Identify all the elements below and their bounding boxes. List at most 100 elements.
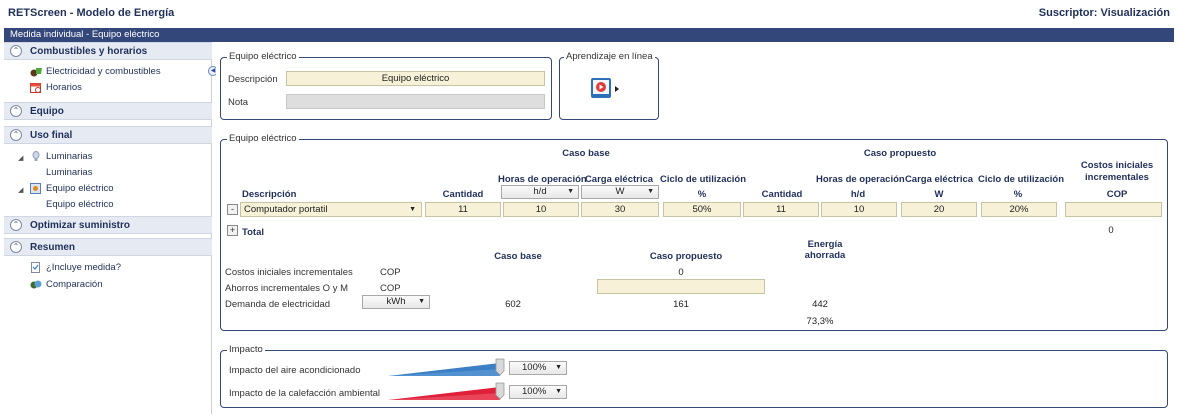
- sidebar-section-equipo[interactable]: ⌃ Equipo: [4, 102, 212, 120]
- aire-dropdown[interactable]: 100% ▼: [509, 361, 567, 375]
- dropdown-value: 100%: [522, 386, 547, 397]
- aire-wedge: [388, 358, 505, 376]
- slider-thumb[interactable]: [495, 358, 505, 376]
- sidebar-section-resumen[interactable]: ⌃ Resumen: [4, 238, 212, 256]
- costos-prop-value: 0: [678, 267, 684, 278]
- ciclo-header: Ciclo de utilización: [660, 174, 747, 185]
- cantidad-header: Cantidad: [442, 189, 484, 200]
- impacto-group: Impacto: [220, 344, 1168, 408]
- group-legend: Equipo eléctrico: [227, 51, 299, 62]
- calefaccion-dropdown[interactable]: 100% ▼: [509, 385, 567, 399]
- descripcion-label: Descripción: [228, 74, 278, 85]
- sidebar-item-comparacion[interactable]: Comparación: [30, 279, 103, 290]
- chevron-up-icon: ⌃: [10, 241, 22, 253]
- subscriber-label: Suscriptor: Visualización: [1038, 7, 1170, 19]
- group-legend: Aprendizaje en línea: [564, 51, 655, 62]
- base-horas-field[interactable]: 10: [503, 202, 579, 217]
- sidebar-section-uso-final[interactable]: ⌃ Uso final: [4, 126, 212, 144]
- demanda-prop-value: 161: [673, 299, 689, 310]
- nota-field[interactable]: [286, 94, 545, 109]
- sidebar-item-label: ¿Incluye medida?: [46, 262, 121, 274]
- ahorros-field[interactable]: [597, 279, 765, 294]
- app-title: RETScreen - Modelo de Energía: [8, 7, 175, 19]
- descripcion-field[interactable]: Equipo eléctrico: [286, 71, 545, 86]
- demanda-ahorro-value: 442: [812, 299, 828, 310]
- row-descripcion: Computador portatil: [244, 204, 328, 215]
- prop-carga-field[interactable]: 20: [901, 202, 977, 217]
- base-ciclo-field[interactable]: 50%: [663, 202, 741, 217]
- sidebar-subitem-equipo-electrico[interactable]: Equipo eléctrico: [46, 199, 114, 210]
- document-check-icon: [30, 262, 42, 273]
- chevron-down-icon: ▼: [555, 364, 562, 371]
- horas-header: Horas de operación: [498, 174, 587, 185]
- costos-unit: COP: [380, 267, 401, 278]
- horas-unit: h/d: [850, 189, 866, 200]
- breadcrumb: Medida individual - Equipo eléctrico: [4, 28, 1174, 42]
- main-panel: Equipo eléctrico Descripción Equipo eléc…: [216, 42, 1174, 414]
- caso-base-header: Caso base: [562, 148, 610, 159]
- sidebar-subitem-luminarias[interactable]: Luminarias: [46, 167, 92, 178]
- section-label: Equipo: [30, 106, 64, 117]
- expand-triangle-icon[interactable]: ◢: [18, 186, 23, 194]
- sidebar-item-label: Luminarias: [46, 151, 93, 163]
- ahorros-label: Ahorros incrementales O y M: [225, 283, 349, 294]
- ciclo-header: Ciclo de utilización: [978, 174, 1065, 185]
- calefaccion-wedge: [388, 382, 505, 400]
- prop-horas-field[interactable]: 10: [821, 202, 897, 217]
- aire-slider[interactable]: [388, 357, 508, 377]
- descripcion-header: Descripción: [242, 189, 297, 200]
- dropdown-value: W: [615, 186, 625, 197]
- calefaccion-slider[interactable]: [388, 381, 508, 401]
- sidebar-item-luminarias[interactable]: Luminarias: [30, 151, 92, 162]
- sidebar-item-incluye[interactable]: ¿Incluye medida?: [30, 262, 121, 273]
- sidebar-item-label: Comparación: [46, 279, 103, 291]
- expand-triangle-icon[interactable]: ◢: [18, 154, 23, 162]
- prop-cantidad-field[interactable]: 11: [743, 202, 819, 217]
- horas-unit-dropdown[interactable]: h/d ▼: [501, 185, 579, 199]
- sidebar-item-label: Equipo eléctrico: [46, 199, 114, 210]
- sidebar-section-optimizar[interactable]: ⌃ Optimizar suministro: [4, 216, 212, 234]
- sidebar-section-combustibles[interactable]: ⌃ Combustibles y horarios: [4, 42, 212, 60]
- ahorros-unit: COP: [380, 283, 401, 294]
- slider-thumb[interactable]: [495, 382, 505, 400]
- chevron-down-icon: ▼: [409, 206, 416, 213]
- descripcion-row-dropdown[interactable]: Computador portatil ▼: [240, 202, 422, 217]
- prop-ciclo-field[interactable]: 20%: [981, 202, 1057, 217]
- sidebar-item-equipo-electrico[interactable]: Equipo eléctrico: [30, 183, 114, 194]
- equipo-info-group: Equipo eléctrico: [220, 51, 552, 120]
- calefaccion-label: Impacto de la calefacción ambiental: [229, 388, 381, 399]
- ciclo-unit: %: [697, 189, 707, 200]
- chevron-down-icon: ▼: [647, 188, 654, 195]
- carga-unit-dropdown[interactable]: W ▼: [581, 185, 659, 199]
- base-carga-field[interactable]: 30: [581, 202, 659, 217]
- collapse-row-button[interactable]: -: [227, 204, 238, 215]
- dropdown-value: 100%: [522, 362, 547, 373]
- section-label: Resumen: [30, 242, 76, 253]
- base-cantidad-field[interactable]: 11: [425, 202, 501, 217]
- demanda-label: Demanda de electricidad: [225, 299, 331, 310]
- sidebar-item-electricidad[interactable]: Electricidad y combustibles: [30, 66, 161, 77]
- horas-header: Horas de operación: [816, 174, 905, 185]
- section-label: Combustibles y horarios: [30, 46, 148, 57]
- nota-label: Nota: [228, 97, 249, 108]
- demanda-base-value: 602: [505, 299, 521, 310]
- total-label: Total: [242, 227, 264, 238]
- demanda-unit-dropdown[interactable]: kWh ▼: [362, 295, 430, 309]
- chevron-down-icon: ▼: [418, 298, 425, 305]
- summary-caso-base: Caso base: [494, 251, 542, 262]
- cantidad-header: Cantidad: [761, 189, 803, 200]
- video-button[interactable]: [590, 77, 620, 102]
- expand-total-button[interactable]: +: [227, 225, 238, 236]
- fuel-icon: [30, 66, 42, 77]
- dropdown-value: kWh: [386, 296, 406, 307]
- group-legend: Equipo eléctrico: [227, 133, 299, 144]
- carga-header: Carga eléctrica: [904, 174, 974, 185]
- sidebar-item-horarios[interactable]: Horarios: [30, 82, 82, 93]
- costos-field[interactable]: [1065, 202, 1162, 217]
- costos-label: Costos iniciales incrementales: [225, 267, 353, 278]
- energia-header-line2: ahorrada: [804, 250, 846, 261]
- costos-header-line1: Costos iniciales: [1080, 160, 1154, 171]
- demanda-pct-value: 73,3%: [806, 316, 834, 327]
- summary-caso-propuesto: Caso propuesto: [649, 251, 723, 262]
- chevron-up-icon: ⌃: [10, 219, 22, 231]
